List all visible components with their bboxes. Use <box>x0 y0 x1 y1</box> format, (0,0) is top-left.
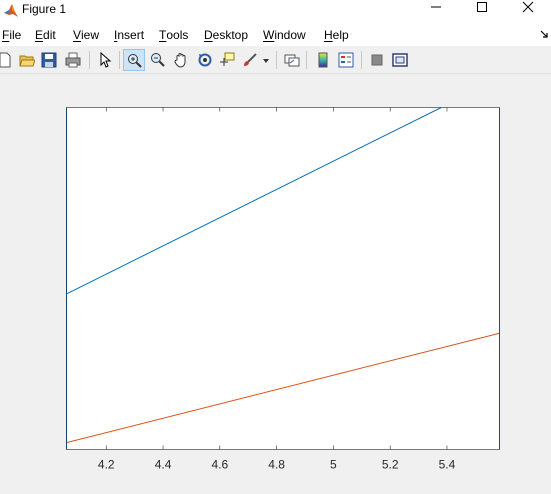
axes-background <box>66 107 500 450</box>
x-tick-label: 5.4 <box>439 458 456 472</box>
x-tick-label: 4.2 <box>98 458 115 472</box>
x-tick-label: 4.4 <box>155 458 172 472</box>
x-tick-label: 4.6 <box>211 458 228 472</box>
x-tick-label: 4.8 <box>268 458 285 472</box>
x-tick-label: 5 <box>330 458 337 472</box>
axes-plot[interactable]: 4.2 4.4 4.6 4.8 5 5.2 5.4 <box>0 0 551 494</box>
x-tick-label: 5.2 <box>382 458 399 472</box>
